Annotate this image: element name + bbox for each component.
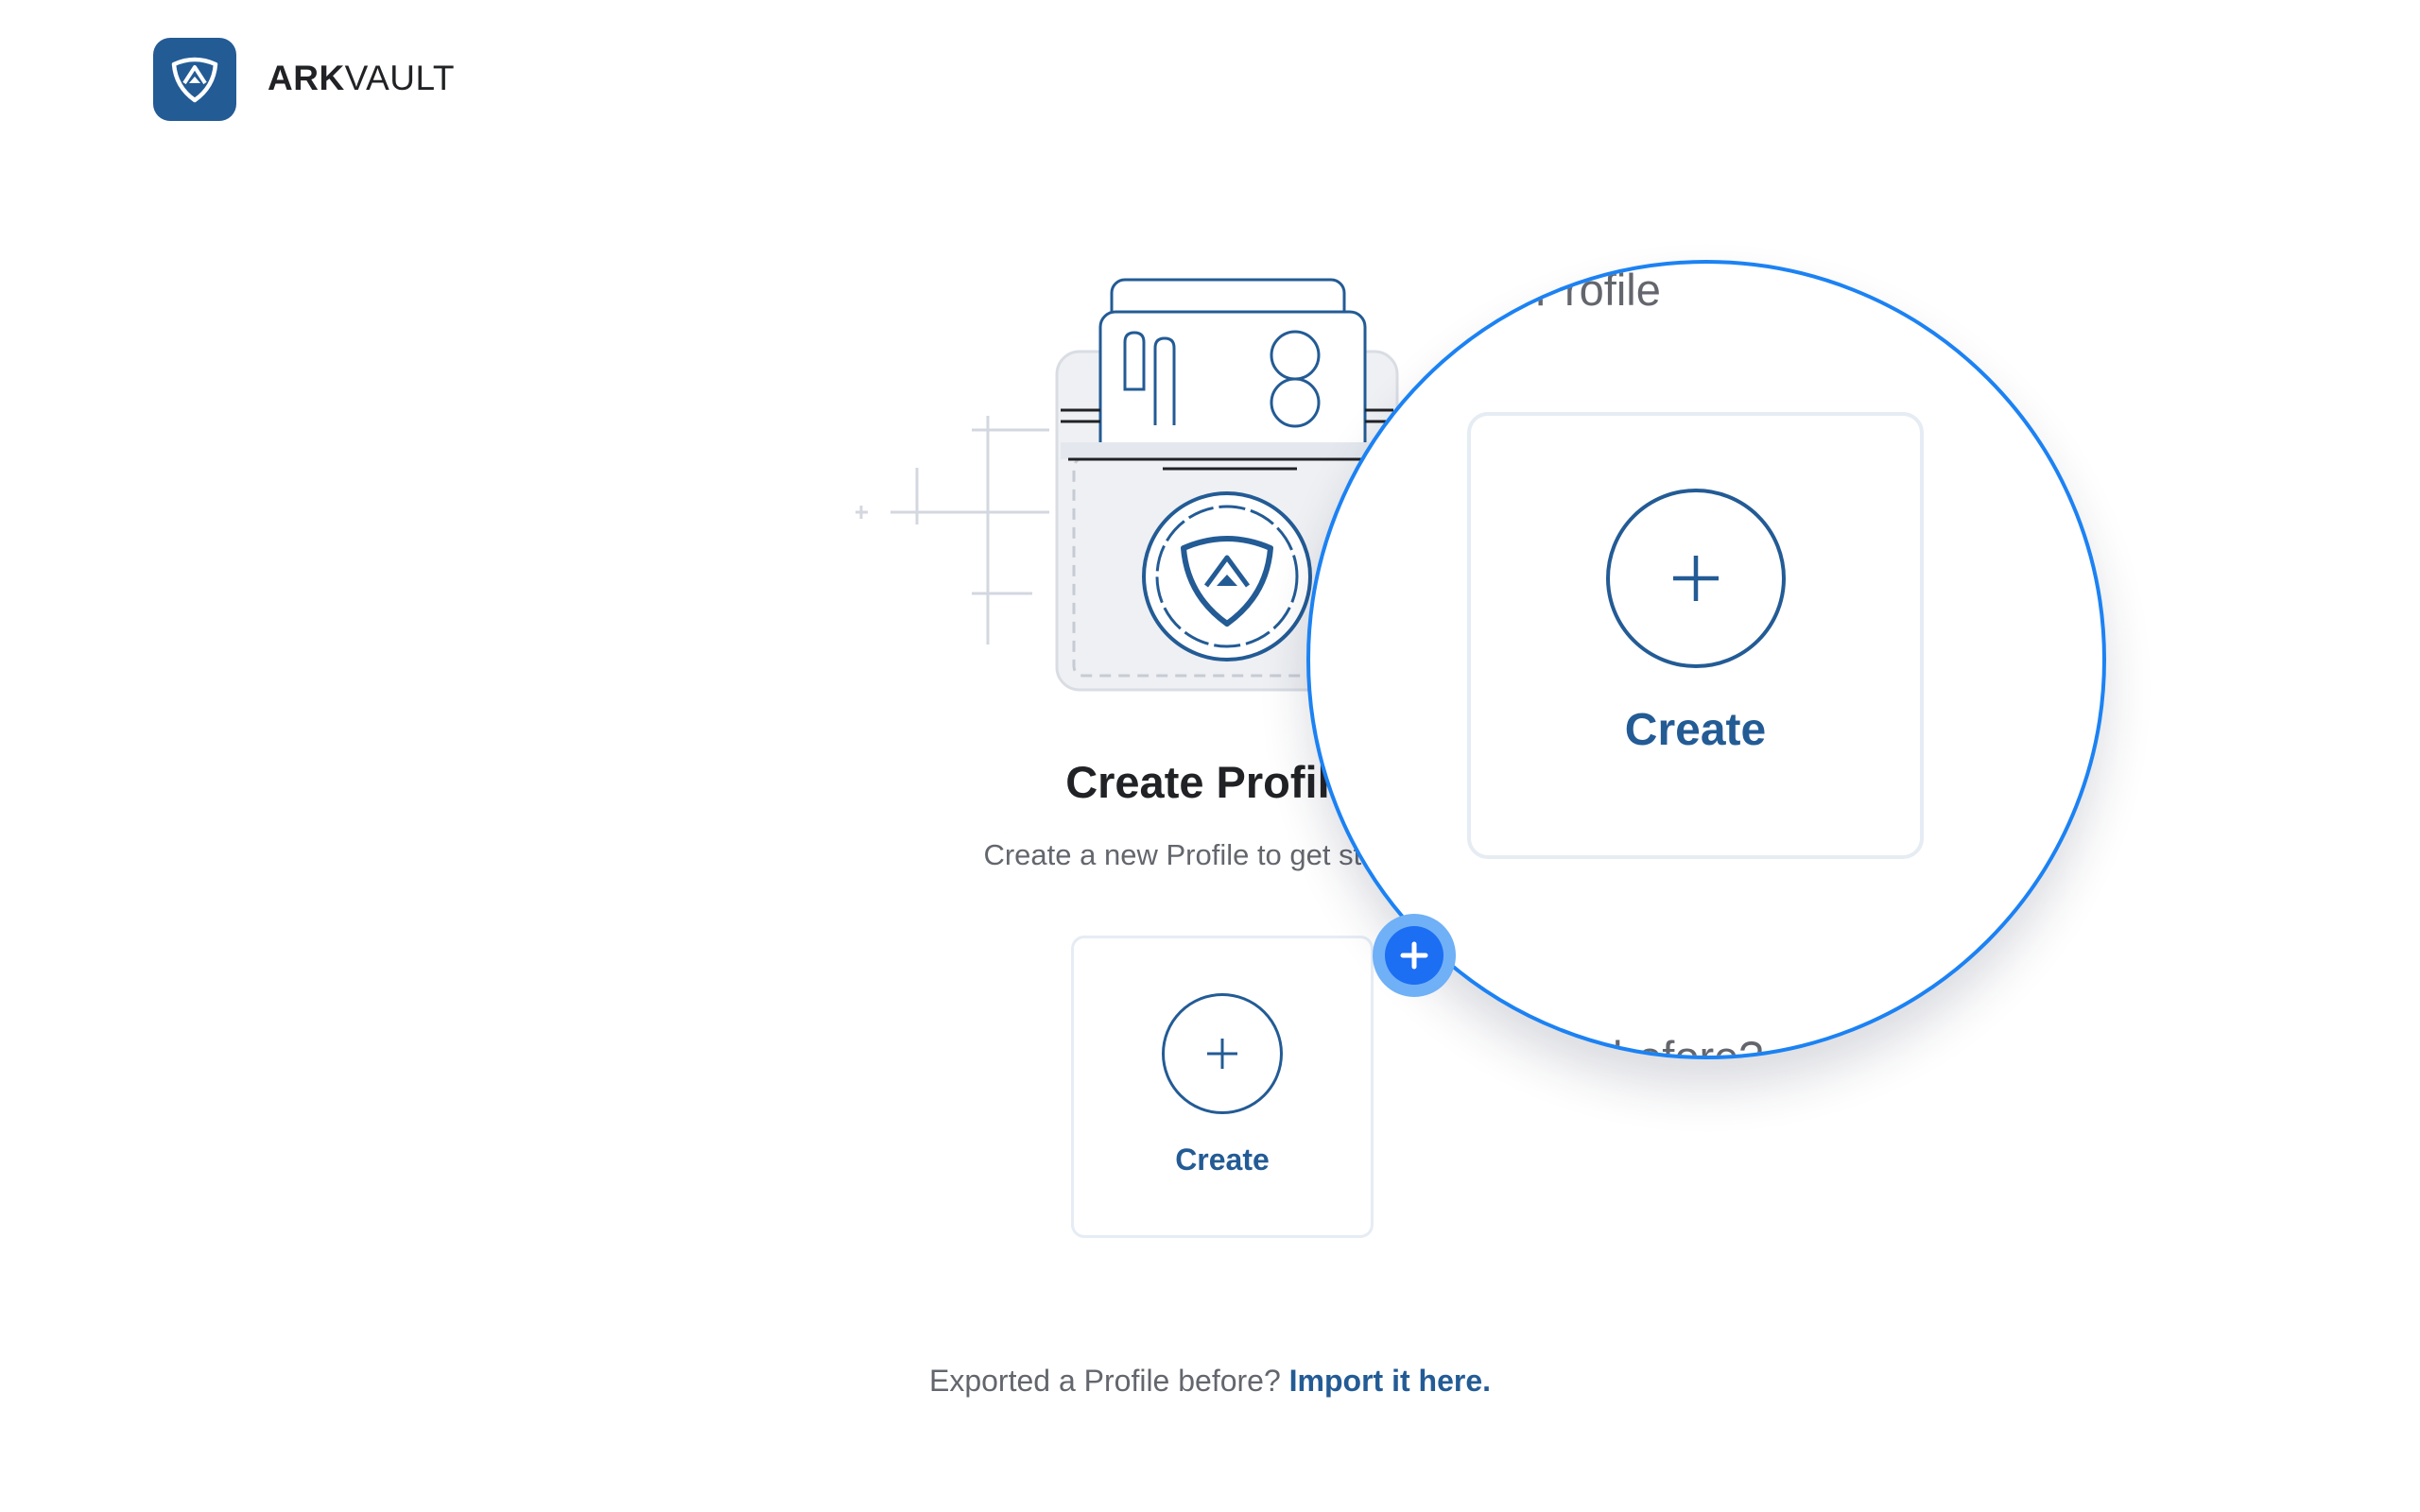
magnified-subtitle: e a new Profile	[1367, 265, 1661, 315]
ark-shield-icon	[171, 57, 218, 103]
import-prompt-text: Exported a Profile before?	[928, 1364, 1281, 1398]
create-ring	[1162, 992, 1283, 1114]
plus-icon	[1207, 1038, 1237, 1069]
brand-name: ARKVAULT	[268, 59, 455, 98]
create-profile-button[interactable]: Create	[1071, 936, 1374, 1238]
import-prompt: Exported a Profile before? Import it her…	[0, 1364, 2420, 1399]
plus-icon	[1672, 556, 1719, 601]
import-profile-link[interactable]: Import it here.	[1289, 1364, 1491, 1398]
brand-name-bold: ARK	[268, 59, 345, 97]
magnified-footer: before?	[1613, 1032, 1764, 1059]
brand-name-light: VAULT	[344, 59, 455, 97]
plus-icon	[1400, 941, 1428, 970]
magnifier-handle-button	[1385, 926, 1443, 985]
magnifier-handle[interactable]	[1373, 914, 1456, 997]
app-logo	[153, 38, 236, 121]
magnified-create-card[interactable]: Create	[1467, 412, 1924, 859]
create-label: Create	[1175, 1142, 1270, 1177]
magnified-create-label: Create	[1624, 705, 1767, 755]
magnified-create-ring	[1605, 489, 1786, 668]
